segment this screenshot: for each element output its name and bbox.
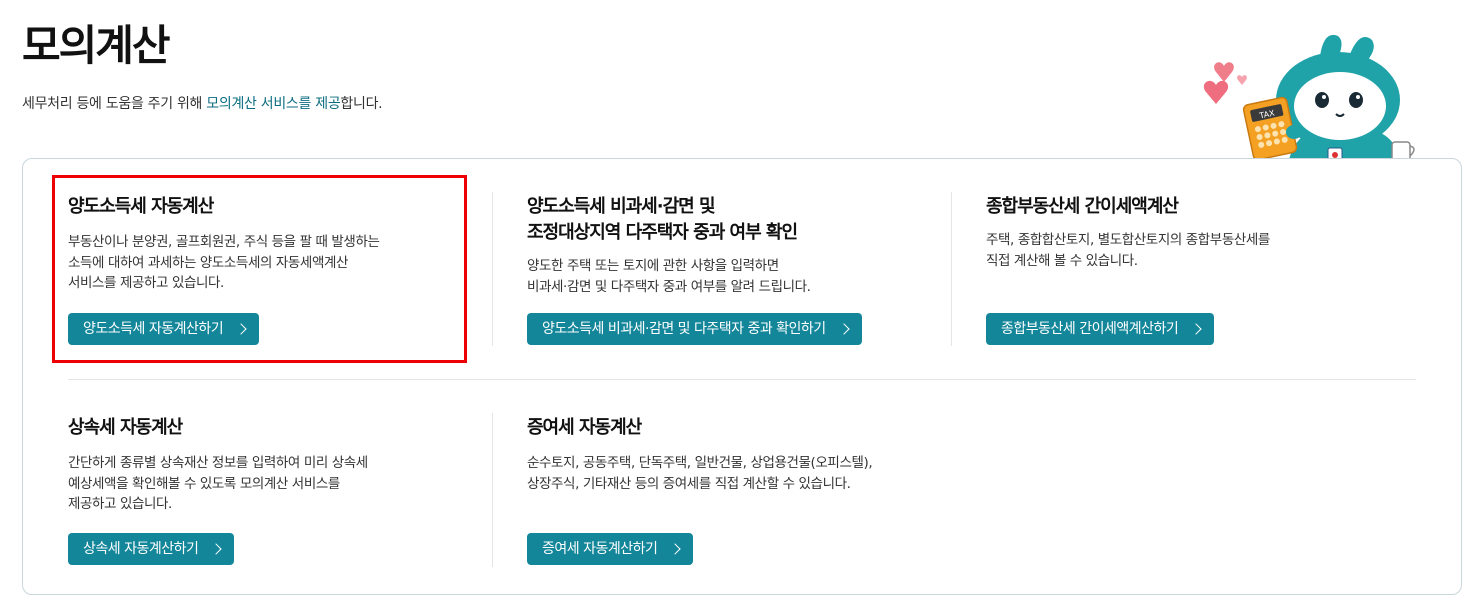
card-title: 양도소득세 비과세·감면 및: [527, 196, 716, 217]
card-comprehensive-real-estate-tax: 종합부동산세 간이세액계산 주택, 종합합산토지, 별도합산토지의 종합부동산세…: [986, 194, 1406, 271]
desc-line: 양도한 주택 또는 토지에 관한 사항을 입력하면: [527, 258, 779, 274]
exemption-multi-home-check-button[interactable]: 양도소득세 비과세·감면 및 다주택자 중과 확인하기: [527, 313, 862, 345]
card-title: 상속세 자동계산: [68, 417, 183, 438]
desc-line: 예상세액을 확인해볼 수 있도록 모의계산 서비스를: [68, 475, 340, 492]
description-suffix: 합니다.: [340, 96, 383, 112]
selection-highlight-box: [52, 175, 467, 363]
heart-icon: [1237, 75, 1247, 85]
desc-line: 간단하게 종류별 상속재산 정보를 입력하여 미리 상속세: [68, 455, 368, 471]
button-label: 종합부동산세 간이세액계산하기: [1001, 321, 1179, 337]
description-prefix: 세무처리 등에 도움을 주기 위해: [22, 96, 207, 112]
card-title: 종합부동산세 간이세액계산: [986, 196, 1179, 217]
desc-line: 제공하고 있습니다.: [68, 496, 172, 512]
row-divider: [68, 379, 1416, 380]
gift-tax-calc-button[interactable]: 증여세 자동계산하기: [527, 533, 694, 565]
desc-line: 비과세·감면 및 다주택자 중과 여부를 알려 드립니다.: [527, 278, 811, 295]
card-description: 순수토지, 공동주택, 단독주택, 일반건물, 상업용건물(오피스텔), 상장주…: [527, 453, 967, 494]
button-label: 상속세 자동계산하기: [83, 541, 199, 557]
chevron-right-icon: [669, 543, 682, 555]
button-label: 증여세 자동계산하기: [542, 541, 658, 557]
page-title: 모의계산: [22, 21, 171, 70]
desc-line: 주택, 종합합산토지, 별도합산토지의 종합부동산세를: [986, 232, 1270, 248]
heart-icon: [1203, 80, 1229, 104]
column-divider: [492, 413, 493, 567]
column-divider: [951, 192, 952, 346]
chevron-right-icon: [838, 323, 850, 335]
chevron-right-icon: [1190, 323, 1202, 335]
desc-line: 상장주식, 기타재산 등의 증여세를 직접 계산할 수 있습니다.: [527, 475, 851, 492]
real-estate-tax-calc-button[interactable]: 종합부동산세 간이세액계산하기: [986, 313, 1215, 345]
card-inheritance-tax: 상속세 자동계산 간단하게 종류별 상속재산 정보를 입력하여 미리 상속세 예…: [68, 415, 468, 515]
desc-line: 순수토지, 공동주택, 단독주택, 일반건물, 상업용건물(오피스텔),: [527, 455, 873, 471]
card-title: 증여세 자동계산: [527, 417, 642, 438]
card-capital-gains-exemption-check: 양도소득세 비과세·감면 및 조정대상지역 다주택자 중과 여부 확인 양도한 …: [527, 194, 947, 297]
card-gift-tax: 증여세 자동계산 순수토지, 공동주택, 단독주택, 일반건물, 상업용건물(오…: [527, 415, 967, 494]
chevron-right-icon: [210, 543, 223, 555]
button-label: 양도소득세 비과세·감면 및 다주택자 중과 확인하기: [542, 321, 826, 337]
inheritance-tax-calc-button[interactable]: 상속세 자동계산하기: [68, 533, 235, 565]
heart-icon: [1214, 62, 1234, 82]
card-title-line2: 조정대상지역 다주택자 중과 여부 확인: [527, 222, 798, 243]
description-highlight: 모의계산 서비스를 제공: [206, 96, 341, 112]
card-description: 주택, 종합합산토지, 별도합산토지의 종합부동산세를 직접 계산해 볼 수 있…: [986, 230, 1406, 271]
tax-mascot-illustration: TAX: [1203, 34, 1415, 176]
desc-line: 직접 계산해 볼 수 있습니다.: [986, 252, 1138, 269]
card-description: 양도한 주택 또는 토지에 관한 사항을 입력하면 비과세·감면 및 다주택자 …: [527, 256, 947, 297]
page-description: 세무처리 등에 도움을 주기 위해 모의계산 서비스를 제공합니다.: [22, 93, 383, 113]
column-divider: [492, 192, 493, 346]
card-description: 간단하게 종류별 상속재산 정보를 입력하여 미리 상속세 예상세액을 확인해볼…: [68, 453, 468, 515]
